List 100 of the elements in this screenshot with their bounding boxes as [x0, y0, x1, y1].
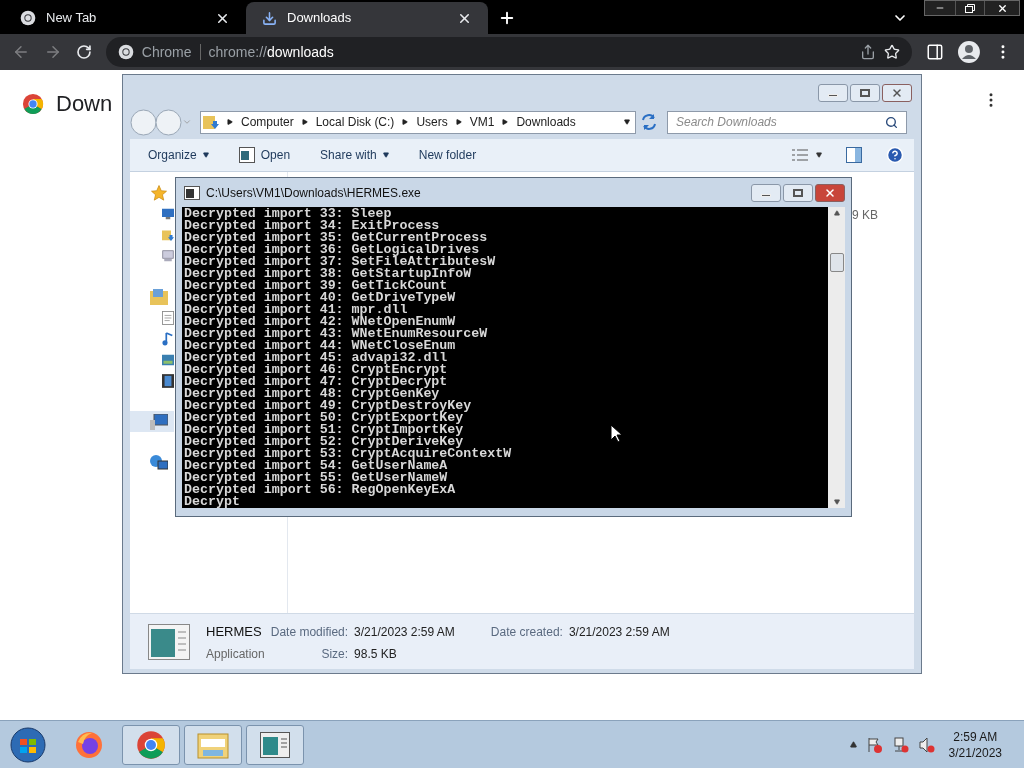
console-line: Decrypted import 41: mpr.dll: [184, 304, 408, 316]
caret-icon: [382, 152, 389, 158]
scrollbar-thumb[interactable]: [829, 253, 844, 272]
console-line: Decrypted import 46: CryptEncrypt: [184, 364, 448, 376]
breadcrumb-arrow-icon[interactable]: [227, 119, 233, 125]
toolbar-button[interactable]: Open: [238, 146, 291, 164]
detail-label: Date created:: [490, 623, 563, 641]
chrome-logo-icon: [136, 729, 166, 760]
console-line: Decrypted import 34: ExitProcess: [184, 220, 440, 232]
file-size: 9 KB: [852, 207, 878, 224]
detail-value: 98.5 KB: [354, 645, 398, 663]
console-line: Decrypted import 54: GetUserNameA: [184, 460, 448, 472]
console-line: Decrypted import 37: SetFileAttributesW: [184, 256, 496, 268]
fox-globe-icon: [74, 729, 104, 760]
network-warning-icon[interactable]: [892, 736, 909, 753]
speaker-muted-icon[interactable]: [918, 736, 935, 753]
scroll-down-icon[interactable]: [833, 499, 840, 505]
console-line: Decrypted import 52: CryptDeriveKey: [184, 436, 464, 448]
console-line: Decrypt: [184, 496, 240, 508]
monitor-icon: [162, 206, 174, 221]
flag-warning-icon[interactable]: [866, 736, 883, 753]
picture-icon: [162, 352, 174, 367]
refresh-icon[interactable]: [639, 112, 659, 132]
detail-label: Date modified:: [270, 623, 349, 641]
file-type: Application: [206, 645, 265, 663]
minimize-button[interactable]: [751, 183, 781, 202]
console-line: Decrypted import 49: CryptDestroyKey: [184, 400, 472, 412]
breadcrumb[interactable]: Computer: [241, 113, 294, 131]
console-line: Decrypted import 43: WNetEnumResourceW: [184, 328, 488, 340]
console-line: Decrypted import 36: GetLogicalDrives: [184, 244, 480, 256]
chrome-icon: [20, 10, 36, 26]
music-note-icon: [162, 330, 174, 347]
scrollbar[interactable]: [828, 207, 845, 508]
network-icon: [150, 454, 168, 471]
site-label: Chrome: [141, 42, 192, 62]
clock[interactable]: 2:59 AM 3/21/2023: [948, 728, 1002, 761]
taskbar-button[interactable]: [122, 724, 180, 765]
console-line: Decrypted import 56: RegOpenKeyExA: [184, 484, 456, 496]
star-icon[interactable]: [884, 44, 901, 60]
download-icon: [262, 10, 277, 26]
console-line: Decrypted import 40: GetDriveTypeW: [184, 292, 456, 304]
detail-label: Size:: [320, 645, 349, 663]
folder-icon: [203, 114, 219, 130]
address-bar[interactable]: Chrome chrome://downloads: [105, 37, 913, 67]
dropdown-arrow-icon[interactable]: [624, 119, 630, 125]
file-name: HERMES: [206, 623, 263, 641]
application-window-icon: [260, 731, 290, 758]
address-bar[interactable]: Computer Local Disk (C:) Users VM1 Downloads: [200, 110, 636, 134]
restore-icon: [965, 3, 975, 13]
console-line: Decrypted import 33: Sleep: [184, 208, 392, 220]
close-button[interactable]: [882, 84, 912, 102]
window-title: C:\Users\VM1\Downloads\HERMES.exe: [206, 184, 422, 202]
toolbar-button[interactable]: Organize: [148, 146, 209, 164]
restore-button[interactable]: [955, 1, 985, 15]
search-field[interactable]: Search Downloads: [667, 110, 907, 134]
breadcrumb-arrow-icon[interactable]: [455, 119, 462, 125]
breadcrumb-arrow-icon[interactable]: [301, 119, 308, 125]
console-line: Decrypted import 45: advapi32.dll: [184, 352, 448, 364]
url-text: chrome://downloads: [208, 42, 334, 62]
film-icon: [162, 372, 174, 389]
breadcrumb-arrow-icon[interactable]: [502, 119, 509, 125]
browser-tab[interactable]: New Tab: [4, 2, 246, 34]
maximize-button[interactable]: [850, 84, 880, 102]
search-icon[interactable]: [885, 115, 898, 129]
new-tab-icon[interactable]: [498, 9, 516, 27]
minimize-button[interactable]: [818, 84, 848, 102]
caret-icon: [202, 152, 209, 158]
chrome-logo-icon: [22, 92, 44, 115]
start-orb-icon[interactable]: [10, 726, 46, 763]
breadcrumb[interactable]: Downloads: [516, 113, 576, 131]
show-hidden-icons-icon[interactable]: [849, 741, 857, 748]
computer-icon: [150, 413, 168, 430]
help-icon[interactable]: [886, 146, 904, 164]
toolbar-button[interactable]: New folder: [418, 146, 477, 164]
maximize-button[interactable]: [783, 183, 813, 202]
dropdown-arrow-icon[interactable]: [816, 152, 822, 158]
star-icon: [150, 183, 168, 202]
scroll-up-icon[interactable]: [833, 210, 840, 216]
taskbar-button[interactable]: [184, 724, 242, 765]
reload-icon[interactable]: [75, 44, 92, 60]
browser-tab[interactable]: Downloads: [246, 2, 488, 34]
close-button[interactable]: [815, 183, 845, 202]
console-line: Decrypted import 39: GetTickCount: [184, 280, 448, 292]
application-icon: [148, 624, 190, 660]
back-icon[interactable]: [12, 43, 30, 61]
breadcrumb[interactable]: VM1: [469, 113, 495, 131]
close-icon: [824, 186, 836, 199]
share-icon[interactable]: [860, 44, 877, 60]
console-line: Decrypted import 55: GetUserNameW: [184, 472, 448, 484]
taskbar-button[interactable]: [246, 724, 304, 765]
breadcrumb[interactable]: Users: [416, 113, 448, 131]
preview-pane-icon[interactable]: [846, 147, 862, 163]
breadcrumb[interactable]: Local Disk (C:): [315, 113, 395, 131]
mouse-cursor-icon: [610, 424, 622, 443]
side-panel-icon[interactable]: [926, 43, 945, 61]
avatar-icon[interactable]: [958, 41, 981, 63]
toolbar-button[interactable]: Share with: [320, 146, 389, 164]
breadcrumb-arrow-icon[interactable]: [402, 119, 409, 125]
console-line: Decrypted import 47: CryptDecrypt: [184, 376, 448, 388]
detail-value: 3/21/2023 2:59 AM: [568, 623, 670, 641]
